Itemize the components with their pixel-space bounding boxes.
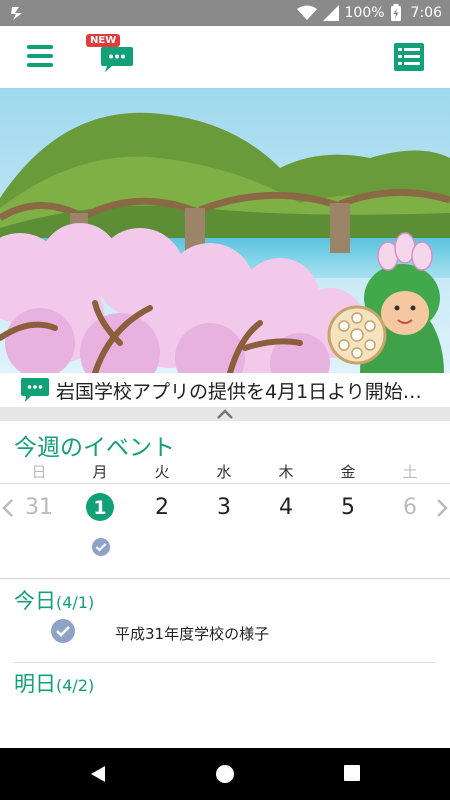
date-number: 3 <box>217 495 231 520</box>
news-headline: 岩国学校アプリの提供を4月1日より開始… <box>56 380 422 403</box>
date-number: 31 <box>25 495 53 520</box>
weekday-label: 日 <box>31 463 47 481</box>
battery-charging-icon <box>390 4 401 21</box>
date-cell[interactable]: 2 <box>142 488 182 528</box>
chevron-left-icon[interactable] <box>2 498 14 518</box>
system-nav-bar <box>0 748 450 800</box>
wifi-icon <box>296 5 317 20</box>
divider <box>0 483 450 484</box>
list-icon[interactable] <box>394 43 424 71</box>
tomorrow-title: 明日 <box>14 672 56 696</box>
date-cell[interactable]: 4 <box>266 488 306 528</box>
signal-icon <box>322 4 339 21</box>
event-item[interactable]: 平成31年度学校の様子 <box>0 618 450 648</box>
status-bar: 100% 7:06 <box>0 0 450 26</box>
divider <box>14 662 436 663</box>
weekday-header: 日 月 火 水 木 金 土 <box>0 461 450 481</box>
recents-icon[interactable] <box>343 764 361 782</box>
week-events-title: 今週のイベント <box>14 435 175 461</box>
tomorrow-heading: 明日(4/2) <box>14 668 94 698</box>
today-date: (4/1) <box>56 593 95 612</box>
weekday-label: 火 <box>154 463 170 481</box>
weekday-label: 水 <box>216 463 232 481</box>
date-cell[interactable]: 6 <box>390 488 430 528</box>
app-bar: NEW <box>0 26 450 88</box>
app-notification-icon <box>11 7 22 20</box>
menu-icon[interactable] <box>27 45 53 67</box>
chat-icon[interactable] <box>100 44 134 74</box>
battery-percent: 100% <box>344 4 385 21</box>
weekday-label: 月 <box>92 463 108 481</box>
news-bar[interactable]: 岩国学校アプリの提供を4月1日より開始… <box>0 373 450 407</box>
new-badge: NEW <box>86 34 121 47</box>
date-number: 5 <box>341 495 355 520</box>
tomorrow-date: (4/2) <box>56 676 95 695</box>
back-icon[interactable] <box>88 764 108 784</box>
weekday-label: 木 <box>278 463 294 481</box>
collapse-handle[interactable] <box>0 407 450 421</box>
date-number: 4 <box>279 495 293 520</box>
home-icon[interactable] <box>215 764 235 784</box>
date-number: 6 <box>403 495 417 520</box>
date-cell[interactable]: 3 <box>204 488 244 528</box>
banner-illustration[interactable] <box>0 88 450 373</box>
chevron-right-icon[interactable] <box>436 498 448 518</box>
date-cell-selected[interactable]: 1 <box>80 488 120 528</box>
date-cell[interactable]: 31 <box>19 488 59 528</box>
divider <box>0 578 450 579</box>
chevron-up-icon <box>217 409 233 419</box>
clock: 7:06 <box>410 4 442 21</box>
week-dates: 31 1 2 3 4 5 6 <box>0 488 450 528</box>
check-circle-icon <box>92 538 110 556</box>
chat-icon <box>21 378 49 402</box>
today-title: 今日 <box>14 589 56 613</box>
date-number: 1 <box>93 497 107 519</box>
check-circle-icon <box>51 619 75 643</box>
weekday-label: 土 <box>402 463 418 481</box>
date-cell[interactable]: 5 <box>328 488 368 528</box>
event-label: 平成31年度学校の様子 <box>115 625 270 643</box>
today-heading: 今日(4/1) <box>14 585 94 615</box>
weekday-label: 金 <box>340 463 356 481</box>
date-number: 2 <box>155 495 169 520</box>
